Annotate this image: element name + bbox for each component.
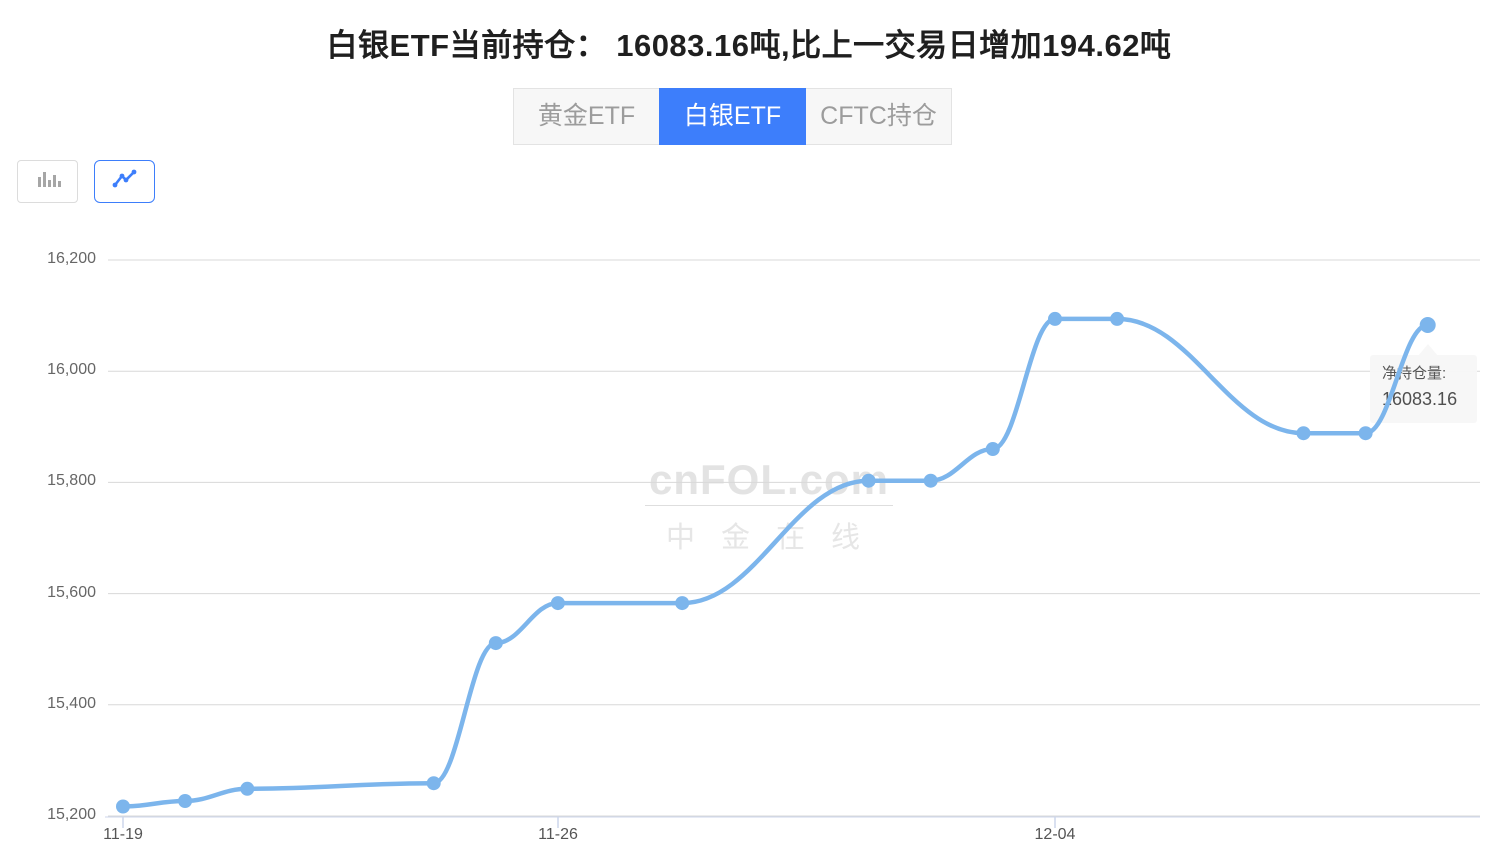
data-point[interactable] (1110, 312, 1124, 326)
data-point[interactable] (178, 794, 192, 808)
data-point[interactable] (862, 474, 876, 488)
data-point[interactable] (675, 596, 689, 610)
data-point[interactable] (1359, 426, 1373, 440)
data-point[interactable] (1048, 312, 1062, 326)
data-point[interactable] (240, 782, 254, 796)
series-line (123, 319, 1428, 807)
data-point[interactable] (1420, 317, 1436, 333)
data-point[interactable] (1297, 426, 1311, 440)
series-points (116, 312, 1436, 814)
data-point[interactable] (924, 474, 938, 488)
chart-series-layer (0, 0, 1498, 868)
data-point[interactable] (116, 800, 130, 814)
data-point[interactable] (986, 442, 1000, 456)
data-point[interactable] (551, 596, 565, 610)
silver-etf-holdings-page: 白银ETF当前持仓： 16083.16吨,比上一交易日增加194.62吨 黄金E… (0, 0, 1498, 868)
data-point[interactable] (489, 636, 503, 650)
data-point[interactable] (427, 776, 441, 790)
